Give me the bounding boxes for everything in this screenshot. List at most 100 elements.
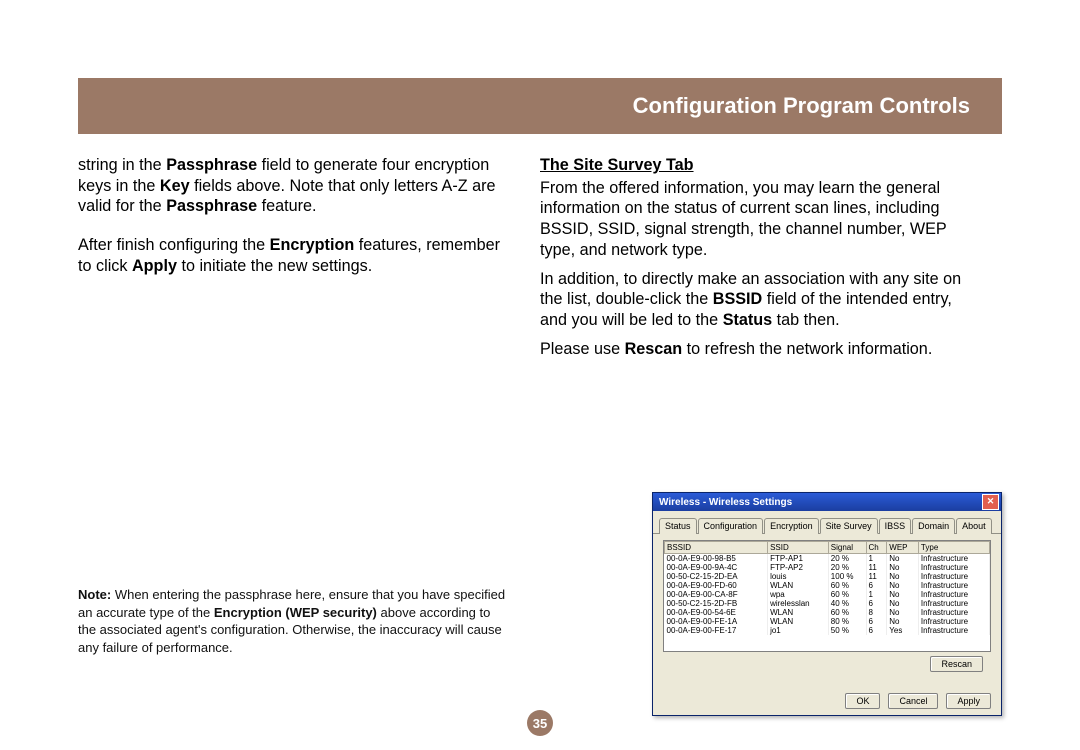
rescan-row: Rescan xyxy=(663,652,991,672)
table-cell: 00-0A-E9-00-FE-1A xyxy=(665,617,768,626)
column-header[interactable]: Type xyxy=(918,542,989,554)
table-cell: Infrastructure xyxy=(918,581,989,590)
table-cell: 60 % xyxy=(828,590,866,599)
table-cell: Infrastructure xyxy=(918,563,989,572)
table-cell: 1 xyxy=(866,554,887,564)
table-cell: 00-50-C2-15-2D-FB xyxy=(665,599,768,608)
table-row[interactable]: 00-0A-E9-00-CA-8Fwpa60 %1NoInfrastructur… xyxy=(665,590,990,599)
bold-text: Rescan xyxy=(625,340,683,358)
bold-text: Encryption xyxy=(270,236,355,254)
column-header[interactable]: Ch xyxy=(866,542,887,554)
text: to refresh the network information. xyxy=(682,340,932,358)
wireless-settings-dialog: Wireless - Wireless Settings ✕ StatusCon… xyxy=(652,492,1002,716)
table-cell: 100 % xyxy=(828,572,866,581)
table-cell: 40 % xyxy=(828,599,866,608)
table-cell: FTP-AP2 xyxy=(768,563,829,572)
section-header: Configuration Program Controls xyxy=(78,78,1002,134)
heading-text: The Site Survey Tab xyxy=(540,156,694,174)
table-cell: jo1 xyxy=(768,626,829,635)
table-header-row: BSSIDSSIDSignalChWEPType xyxy=(665,542,990,554)
note-text: Note: When entering the passphrase here,… xyxy=(78,586,508,656)
table-cell: 00-0A-E9-00-FD-60 xyxy=(665,581,768,590)
manual-page: Configuration Program Controls string in… xyxy=(0,0,1080,750)
page-number-badge: 35 xyxy=(527,710,553,736)
left-column: string in the Passphrase field to genera… xyxy=(78,155,508,289)
table-cell: FTP-AP1 xyxy=(768,554,829,564)
close-icon[interactable]: ✕ xyxy=(982,494,999,510)
table-row[interactable]: 00-0A-E9-00-9A-4CFTP-AP220 %11NoInfrastr… xyxy=(665,563,990,572)
bold-text: Passphrase xyxy=(166,156,257,174)
table-cell: Infrastructure xyxy=(918,608,989,617)
tab-site-survey[interactable]: Site Survey xyxy=(820,518,878,534)
dialog-titlebar[interactable]: Wireless - Wireless Settings ✕ xyxy=(653,493,1001,511)
table-cell: Infrastructure xyxy=(918,554,989,564)
paragraph: Please use Rescan to refresh the network… xyxy=(540,339,970,360)
network-table: BSSIDSSIDSignalChWEPType 00-0A-E9-00-98-… xyxy=(664,541,990,635)
table-cell: Infrastructure xyxy=(918,626,989,635)
dialog-title: Wireless - Wireless Settings xyxy=(659,497,792,508)
table-row[interactable]: 00-0A-E9-00-54-6EWLAN60 %8NoInfrastructu… xyxy=(665,608,990,617)
column-header[interactable]: BSSID xyxy=(665,542,768,554)
table-cell: No xyxy=(887,563,919,572)
column-header[interactable]: SSID xyxy=(768,542,829,554)
cancel-button[interactable]: Cancel xyxy=(888,693,938,709)
table-cell: 20 % xyxy=(828,554,866,564)
subsection-heading: The Site Survey Tab xyxy=(540,155,970,176)
bold-text: Key xyxy=(160,177,190,195)
table-cell: 60 % xyxy=(828,581,866,590)
column-header[interactable]: WEP xyxy=(887,542,919,554)
ok-button[interactable]: OK xyxy=(845,693,880,709)
bold-text: Passphrase xyxy=(166,197,257,215)
table-row[interactable]: 00-50-C2-15-2D-FBwirelesslan40 %6NoInfra… xyxy=(665,599,990,608)
table-cell: 00-0A-E9-00-98-B5 xyxy=(665,554,768,564)
table-cell: 00-0A-E9-00-CA-8F xyxy=(665,590,768,599)
dialog-action-row: OK Cancel Apply xyxy=(845,693,991,709)
table-cell: 50 % xyxy=(828,626,866,635)
text: Please use xyxy=(540,340,625,358)
text: After finish configuring the xyxy=(78,236,270,254)
rescan-button[interactable]: Rescan xyxy=(930,656,983,672)
dialog-body: BSSIDSSIDSignalChWEPType 00-0A-E9-00-98-… xyxy=(653,534,1001,672)
tab-status[interactable]: Status xyxy=(659,518,697,534)
table-cell: No xyxy=(887,581,919,590)
text: tab then. xyxy=(772,311,840,329)
table-cell: 80 % xyxy=(828,617,866,626)
paragraph: After finish configuring the Encryption … xyxy=(78,235,508,276)
table-row[interactable]: 00-0A-E9-00-98-B5FTP-AP120 %1NoInfrastru… xyxy=(665,554,990,564)
tab-configuration[interactable]: Configuration xyxy=(698,518,764,534)
note-label: Note: xyxy=(78,587,111,602)
tab-encryption[interactable]: Encryption xyxy=(764,518,819,534)
bold-text: Status xyxy=(723,311,772,329)
paragraph: In addition, to directly make an associa… xyxy=(540,269,970,331)
table-cell: WLAN xyxy=(768,581,829,590)
apply-button[interactable]: Apply xyxy=(946,693,991,709)
table-cell: 00-0A-E9-00-54-6E xyxy=(665,608,768,617)
paragraph: From the offered information, you may le… xyxy=(540,178,970,261)
table-cell: wirelesslan xyxy=(768,599,829,608)
column-header[interactable]: Signal xyxy=(828,542,866,554)
table-cell: 6 xyxy=(866,626,887,635)
text: to initiate the new settings. xyxy=(177,257,372,275)
table-cell: 11 xyxy=(866,563,887,572)
table-cell: No xyxy=(887,572,919,581)
table-cell: 8 xyxy=(866,608,887,617)
table-cell: Infrastructure xyxy=(918,572,989,581)
table-cell: louis xyxy=(768,572,829,581)
table-cell: 6 xyxy=(866,599,887,608)
section-title: Configuration Program Controls xyxy=(633,93,970,119)
table-row[interactable]: 00-0A-E9-00-FE-1AWLAN80 %6NoInfrastructu… xyxy=(665,617,990,626)
site-survey-table[interactable]: BSSIDSSIDSignalChWEPType 00-0A-E9-00-98-… xyxy=(663,540,991,652)
table-cell: 11 xyxy=(866,572,887,581)
table-row[interactable]: 00-0A-E9-00-FE-17jo150 %6YesInfrastructu… xyxy=(665,626,990,635)
tab-ibss[interactable]: IBSS xyxy=(879,518,912,534)
tab-domain[interactable]: Domain xyxy=(912,518,955,534)
table-cell: No xyxy=(887,599,919,608)
right-column: The Site Survey Tab From the offered inf… xyxy=(540,155,970,372)
table-row[interactable]: 00-0A-E9-00-FD-60WLAN60 %6NoInfrastructu… xyxy=(665,581,990,590)
table-cell: wpa xyxy=(768,590,829,599)
dialog-tabs: StatusConfigurationEncryptionSite Survey… xyxy=(653,511,1001,534)
tab-about[interactable]: About xyxy=(956,518,992,534)
table-cell: 1 xyxy=(866,590,887,599)
table-cell: Infrastructure xyxy=(918,617,989,626)
table-row[interactable]: 00-50-C2-15-2D-EAlouis100 %11NoInfrastru… xyxy=(665,572,990,581)
